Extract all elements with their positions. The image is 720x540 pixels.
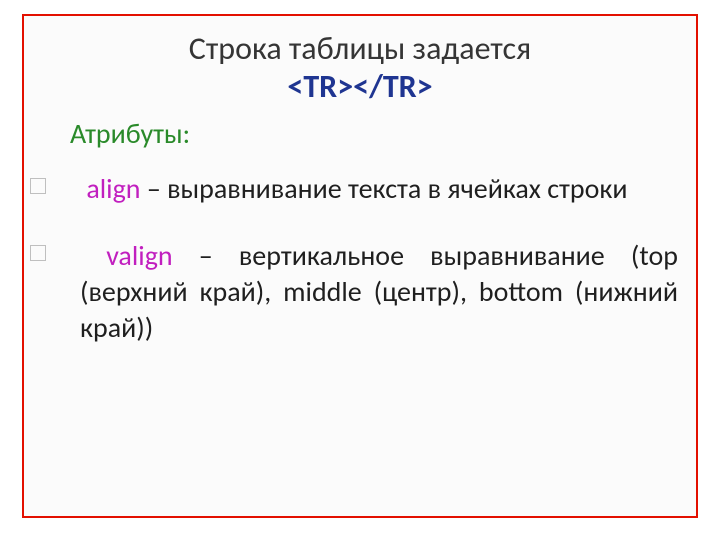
title-line-1: Строка таблицы задается: [189, 29, 531, 68]
content-frame: Строка таблицы задается <TR></TR> Атрибу…: [22, 14, 698, 518]
list-item: align – выравнивание текста в ячейках ст…: [42, 171, 678, 207]
title-tag: <TR></TR>: [287, 67, 432, 106]
square-bullet-icon: [30, 178, 46, 194]
attributes-subheading: Атрибуты:: [70, 116, 678, 151]
attribute-description: выравнивание текста в ячейках строки: [167, 171, 627, 206]
attributes-list: align – выравнивание текста в ячейках ст…: [42, 171, 678, 346]
attribute-name: align: [86, 171, 140, 206]
attribute-name: valign: [106, 238, 172, 273]
attribute-separator: –: [173, 238, 239, 273]
attribute-separator: –: [141, 171, 168, 206]
square-bullet-icon: [30, 245, 46, 261]
slide-title: Строка таблицы задается <TR></TR>: [42, 30, 678, 106]
slide: Строка таблицы задается <TR></TR> Атрибу…: [0, 0, 720, 540]
list-item: valign – вертикальное выравнивание (top …: [42, 238, 678, 345]
